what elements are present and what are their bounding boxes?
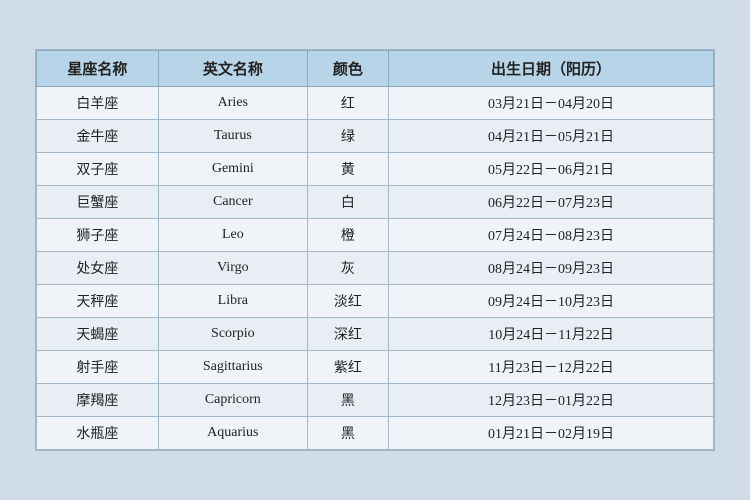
table-row: 白羊座Aries红03月21日－04月20日 [37,87,714,120]
cell-date: 03月21日－04月20日 [389,87,714,120]
cell-english: Gemini [158,153,307,186]
cell-english: Cancer [158,186,307,219]
cell-english: Sagittarius [158,351,307,384]
cell-color: 深红 [307,318,388,351]
table-row: 处女座Virgo灰08月24日－09月23日 [37,252,714,285]
cell-color: 红 [307,87,388,120]
table-row: 摩羯座Capricorn黑12月23日－01月22日 [37,384,714,417]
table-row: 天秤座Libra淡红09月24日－10月23日 [37,285,714,318]
cell-chinese: 天秤座 [37,285,159,318]
cell-english: Aries [158,87,307,120]
cell-color: 绿 [307,120,388,153]
cell-chinese: 摩羯座 [37,384,159,417]
header-date: 出生日期（阳历） [389,51,714,87]
cell-date: 04月21日－05月21日 [389,120,714,153]
table-row: 金牛座Taurus绿04月21日－05月21日 [37,120,714,153]
zodiac-table-container: 星座名称 英文名称 颜色 出生日期（阳历） 白羊座Aries红03月21日－04… [35,49,715,451]
cell-color: 灰 [307,252,388,285]
cell-english: Taurus [158,120,307,153]
cell-date: 10月24日－11月22日 [389,318,714,351]
table-row: 水瓶座Aquarius黑01月21日－02月19日 [37,417,714,450]
cell-chinese: 射手座 [37,351,159,384]
cell-color: 黑 [307,384,388,417]
table-row: 狮子座Leo橙07月24日－08月23日 [37,219,714,252]
header-english: 英文名称 [158,51,307,87]
cell-date: 08月24日－09月23日 [389,252,714,285]
cell-color: 紫红 [307,351,388,384]
zodiac-table: 星座名称 英文名称 颜色 出生日期（阳历） 白羊座Aries红03月21日－04… [36,50,714,450]
cell-english: Aquarius [158,417,307,450]
cell-color: 黑 [307,417,388,450]
table-header-row: 星座名称 英文名称 颜色 出生日期（阳历） [37,51,714,87]
cell-english: Libra [158,285,307,318]
cell-date: 11月23日－12月22日 [389,351,714,384]
cell-chinese: 天蝎座 [37,318,159,351]
header-chinese: 星座名称 [37,51,159,87]
cell-date: 06月22日－07月23日 [389,186,714,219]
cell-chinese: 巨蟹座 [37,186,159,219]
cell-color: 黄 [307,153,388,186]
cell-english: Virgo [158,252,307,285]
table-row: 射手座Sagittarius紫红11月23日－12月22日 [37,351,714,384]
cell-date: 01月21日－02月19日 [389,417,714,450]
table-row: 天蝎座Scorpio深红10月24日－11月22日 [37,318,714,351]
table-row: 巨蟹座Cancer白06月22日－07月23日 [37,186,714,219]
cell-date: 05月22日－06月21日 [389,153,714,186]
cell-chinese: 处女座 [37,252,159,285]
cell-date: 12月23日－01月22日 [389,384,714,417]
cell-english: Capricorn [158,384,307,417]
cell-chinese: 白羊座 [37,87,159,120]
cell-color: 白 [307,186,388,219]
cell-chinese: 双子座 [37,153,159,186]
cell-english: Scorpio [158,318,307,351]
cell-chinese: 狮子座 [37,219,159,252]
cell-chinese: 金牛座 [37,120,159,153]
cell-color: 橙 [307,219,388,252]
header-color: 颜色 [307,51,388,87]
cell-chinese: 水瓶座 [37,417,159,450]
cell-date: 09月24日－10月23日 [389,285,714,318]
cell-english: Leo [158,219,307,252]
table-row: 双子座Gemini黄05月22日－06月21日 [37,153,714,186]
cell-color: 淡红 [307,285,388,318]
cell-date: 07月24日－08月23日 [389,219,714,252]
